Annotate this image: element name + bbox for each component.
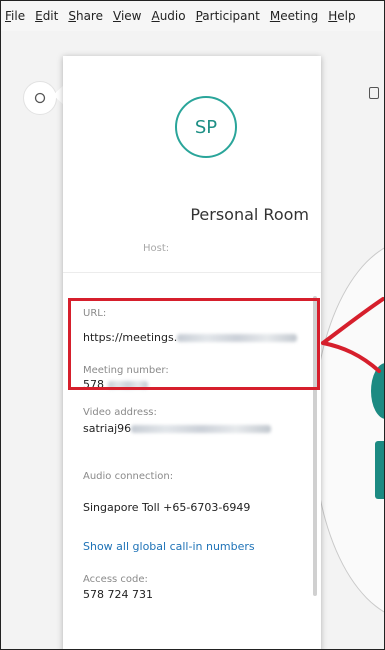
- audio-connection-label: Audio connection:: [83, 471, 174, 482]
- menu-audio[interactable]: Audio: [151, 9, 185, 23]
- menu-meeting[interactable]: Meeting: [270, 9, 318, 23]
- room-title: Personal Room: [190, 205, 309, 224]
- menu-edit[interactable]: Edit: [35, 9, 58, 23]
- video-preview-graphic-stem: [375, 441, 384, 499]
- menu-participant[interactable]: Participant: [196, 9, 260, 23]
- menu-file[interactable]: File: [5, 9, 25, 23]
- video-address-value[interactable]: satriaj96: [83, 422, 272, 435]
- info-glyph-icon: [34, 92, 46, 104]
- host-label: Host:: [143, 243, 170, 254]
- app-window: File Edit Share View Audio Participant M…: [0, 0, 385, 650]
- video-address-label: Video address:: [83, 407, 157, 418]
- info-icon[interactable]: [23, 81, 57, 115]
- divider: [63, 272, 321, 273]
- audio-connection-value: Singapore Toll +65-6703-6949: [83, 501, 251, 514]
- menu-share[interactable]: Share: [68, 9, 103, 23]
- device-icon[interactable]: [369, 87, 379, 99]
- access-code-label: Access code:: [83, 574, 148, 585]
- access-code-value: 578 724 731: [83, 588, 153, 601]
- highlight-arrow-icon: [321, 297, 384, 373]
- redacted-video-address: [131, 425, 272, 433]
- show-global-callin-link[interactable]: Show all global call-in numbers: [83, 540, 255, 553]
- menu-help[interactable]: Help: [328, 9, 355, 23]
- highlight-box: [68, 298, 320, 390]
- menu-bar: File Edit Share View Audio Participant M…: [1, 1, 384, 31]
- avatar: SP: [175, 96, 237, 158]
- menu-view[interactable]: View: [113, 9, 141, 23]
